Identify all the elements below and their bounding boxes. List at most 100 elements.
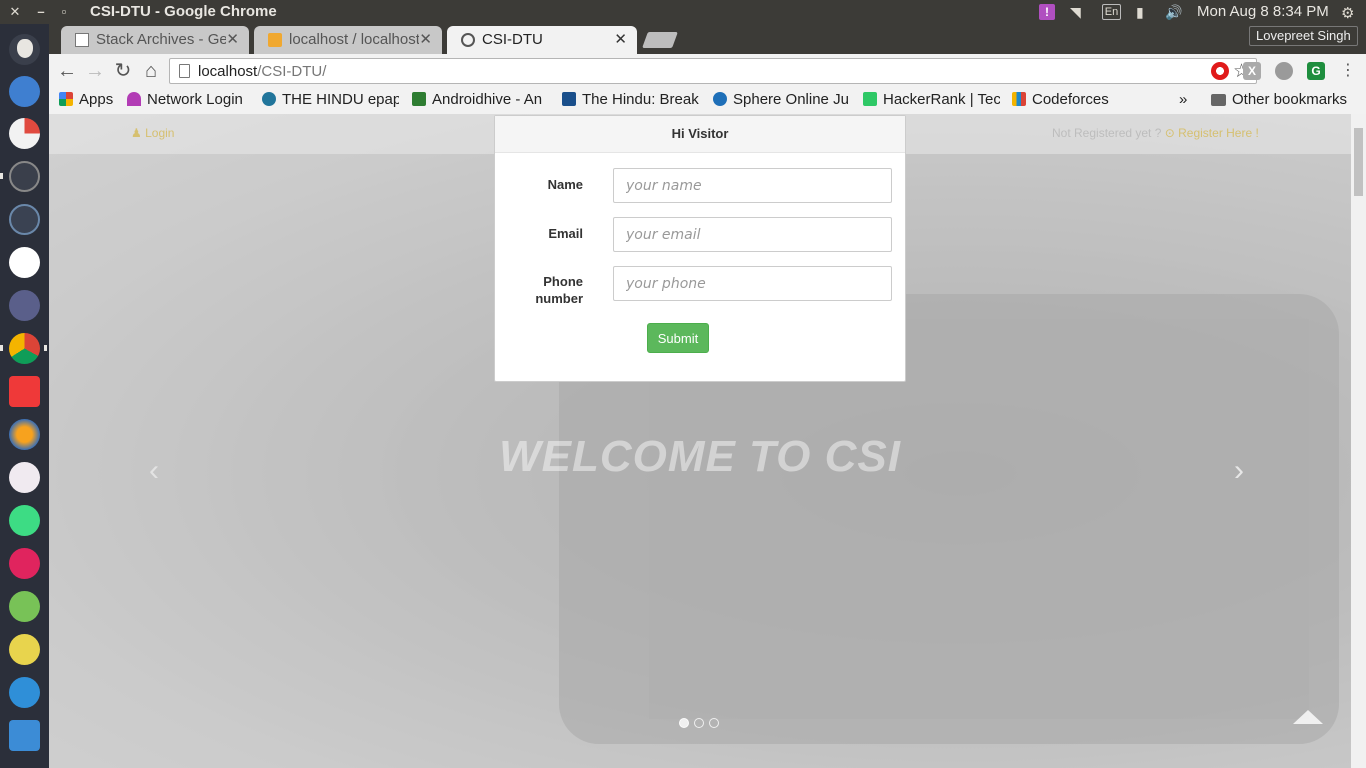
- register-link-label: Register Here !: [1178, 126, 1259, 140]
- battery-icon[interactable]: ▮: [1136, 4, 1144, 20]
- login-link[interactable]: ♟ Login: [131, 126, 174, 140]
- umbrella-icon: [127, 92, 141, 106]
- page-info-icon[interactable]: [179, 64, 190, 78]
- bookmark-hackerrank[interactable]: HackerRank | Tec: [863, 91, 1000, 108]
- wifi-icon[interactable]: ◥: [1070, 4, 1081, 20]
- window-close-icon[interactable]: ✕: [7, 4, 23, 20]
- bookmark-the-hindu-breaking[interactable]: The Hindu: Break: [562, 91, 699, 108]
- window-maximize-icon[interactable]: ▫: [56, 4, 72, 20]
- close-tab-icon[interactable]: ✕: [419, 30, 432, 48]
- url-path: /CSI-DTU/: [257, 63, 327, 80]
- clock[interactable]: Mon Aug 8 8:34 PM: [1197, 3, 1329, 20]
- archive-manager-icon[interactable]: [9, 634, 40, 665]
- x-extension-icon[interactable]: X: [1243, 62, 1261, 80]
- bookmark-label: Androidhive - An: [432, 91, 543, 108]
- back-icon[interactable]: ←: [56, 60, 78, 82]
- bookmark-network-login[interactable]: Network Login: [127, 91, 243, 108]
- carousel-indicator-3[interactable]: [709, 718, 719, 728]
- browser-toolbar: ← → ↻ ⌂ localhost/CSI-DTU/ ☆ X G ⋮: [49, 54, 1366, 88]
- codeforces-icon: [1012, 92, 1026, 106]
- chrome-menu-icon[interactable]: ⋮: [1337, 60, 1359, 82]
- bookmark-spoj[interactable]: Sphere Online Ju: [713, 91, 850, 108]
- folder-icon: [1211, 94, 1226, 106]
- other-bookmarks[interactable]: Other bookmarks: [1211, 91, 1347, 108]
- terminal-icon[interactable]: [9, 161, 40, 192]
- opera-extension-icon[interactable]: [1211, 62, 1229, 80]
- bookmark-label: Apps: [79, 91, 114, 108]
- modal-title: Hi Visitor: [495, 116, 905, 153]
- volume-icon[interactable]: 🔊: [1165, 4, 1182, 20]
- site-icon: [461, 33, 475, 47]
- tab-localhost-phpmyadmin[interactable]: localhost / localhost ✕: [254, 26, 442, 54]
- files-icon[interactable]: [9, 290, 40, 321]
- bookmark-label: HackerRank | Tec: [883, 91, 1000, 108]
- chrome-icon[interactable]: [9, 333, 40, 364]
- tab-csi-dtu[interactable]: CSI-DTU ✕: [447, 26, 637, 54]
- bookmark-codeforces[interactable]: Codeforces: [1012, 91, 1109, 108]
- vivaldi-icon[interactable]: [9, 376, 40, 407]
- dash-home-icon[interactable]: [9, 34, 40, 65]
- ubuntu-top-panel: ✕ – ▫ CSI-DTU - Google Chrome ! ◥ En ▮ 🔊…: [0, 0, 1366, 24]
- back-to-top-icon[interactable]: [1293, 710, 1323, 724]
- bookmark-label: Network Login: [147, 91, 243, 108]
- visitor-modal: Hi Visitor Name Email Phone number Submi…: [494, 115, 906, 382]
- atom-icon[interactable]: [9, 462, 40, 493]
- bookmark-apps[interactable]: Apps: [59, 91, 113, 108]
- spoj-icon: [713, 92, 727, 106]
- messaging-app-icon[interactable]: [9, 76, 40, 107]
- apps-grid-icon: [59, 92, 73, 106]
- login-label: Login: [145, 126, 175, 140]
- register-link[interactable]: ⊙ Register Here !: [1165, 126, 1259, 140]
- notification-icon[interactable]: !: [1039, 4, 1055, 20]
- remmina-icon[interactable]: [9, 677, 40, 708]
- bookmarks-overflow-button[interactable]: »: [1179, 91, 1187, 108]
- bookmark-label: The Hindu: Break: [582, 91, 699, 108]
- bookmark-the-hindu-epaper[interactable]: THE HINDU epaper: [262, 91, 399, 108]
- tab-label: Stack Archives - Gee: [96, 31, 226, 48]
- reload-icon[interactable]: ↻: [112, 60, 134, 82]
- hero-carousel: ♟ Login Not Registered yet ? ⊙ Register …: [49, 114, 1351, 768]
- chrome-window: Stack Archives - Gee ✕ localhost / local…: [49, 24, 1366, 768]
- close-tab-icon[interactable]: ✕: [614, 30, 627, 48]
- flickr-icon[interactable]: [9, 548, 40, 579]
- update-manager-icon[interactable]: [9, 720, 40, 751]
- profile-button[interactable]: Lovepreet Singh: [1249, 26, 1358, 46]
- bookmark-androidhive[interactable]: Androidhive - An: [412, 91, 549, 108]
- tab-label: CSI-DTU: [482, 31, 543, 48]
- carousel-next-icon[interactable]: ›: [1234, 454, 1244, 488]
- cloud-extension-icon[interactable]: [1275, 62, 1293, 80]
- new-tab-button[interactable]: [642, 32, 678, 48]
- page-viewport: ♟ Login Not Registered yet ? ⊙ Register …: [49, 114, 1366, 768]
- hackerrank-icon: [863, 92, 877, 106]
- carousel-prev-icon[interactable]: ‹: [149, 454, 159, 488]
- carousel-indicator-1[interactable]: [679, 718, 689, 728]
- name-input[interactable]: [613, 168, 892, 203]
- android-studio-icon[interactable]: [9, 505, 40, 536]
- software-center-icon[interactable]: [9, 247, 40, 278]
- session-gear-icon[interactable]: ⚙: [1341, 4, 1354, 22]
- page-scrollbar[interactable]: [1351, 114, 1366, 768]
- submit-button[interactable]: Submit: [647, 323, 709, 353]
- scrollbar-thumb[interactable]: [1354, 128, 1363, 196]
- window-title: CSI-DTU - Google Chrome: [90, 3, 277, 20]
- close-tab-icon[interactable]: ✕: [226, 30, 239, 48]
- bookmark-label: Sphere Online Ju: [733, 91, 849, 108]
- phone-input[interactable]: [613, 266, 892, 301]
- firefox-icon[interactable]: [9, 419, 40, 450]
- window-minimize-icon[interactable]: –: [33, 4, 49, 20]
- th-icon: [562, 92, 576, 106]
- bookmark-label: THE HINDU epaper: [282, 91, 399, 108]
- page-icon: [75, 33, 89, 47]
- keyboard-layout-indicator[interactable]: En: [1102, 4, 1121, 20]
- tab-stack-archives[interactable]: Stack Archives - Gee ✕: [61, 26, 249, 54]
- home-icon[interactable]: ⌂: [140, 60, 162, 82]
- address-bar[interactable]: localhost/CSI-DTU/ ☆: [169, 58, 1257, 84]
- forward-icon[interactable]: →: [84, 60, 106, 82]
- email-input[interactable]: [613, 217, 892, 252]
- grammarly-extension-icon[interactable]: G: [1307, 62, 1325, 80]
- pie-chart-app-icon[interactable]: [9, 118, 40, 149]
- android-app-icon[interactable]: [9, 591, 40, 622]
- carousel-indicator-2[interactable]: [694, 718, 704, 728]
- bookmark-label: Codeforces: [1032, 91, 1109, 108]
- terminal-alt-icon[interactable]: [9, 204, 40, 235]
